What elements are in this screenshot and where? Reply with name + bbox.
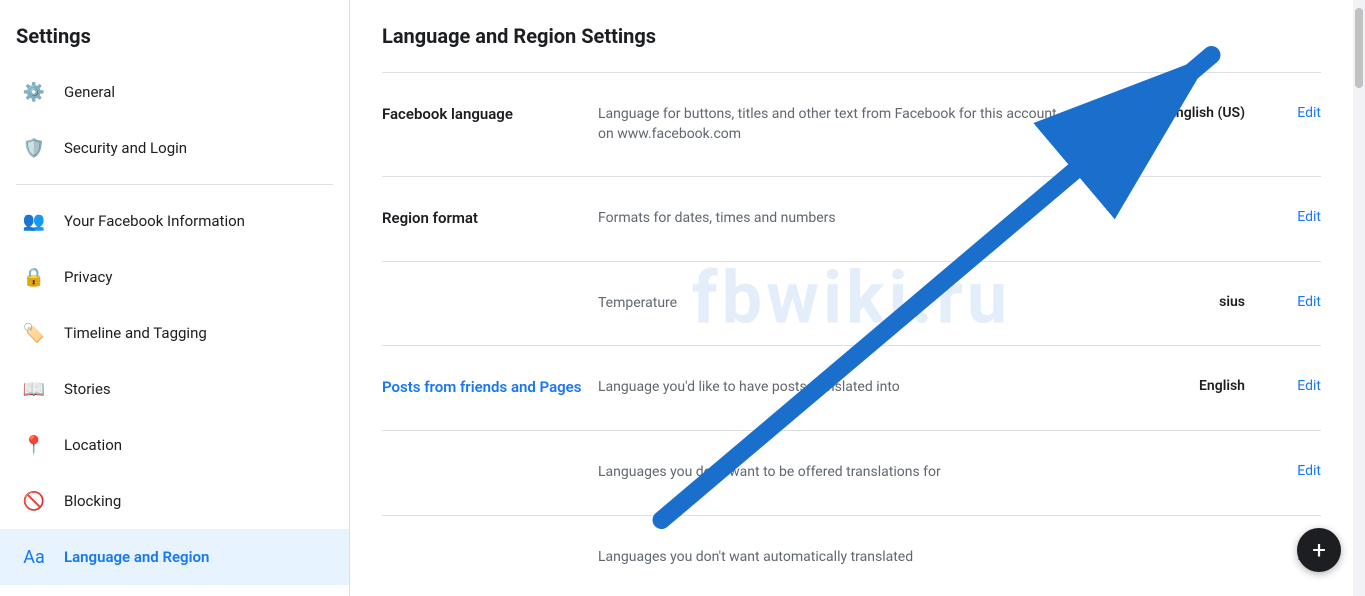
row-desc-no-translation-offers: Languages you don't want to be offered t… — [598, 447, 1069, 499]
row-label-no-translation-offers — [382, 447, 582, 479]
sidebar-item-label-timeline-tagging: Timeline and Tagging — [64, 324, 207, 342]
sidebar-item-language-region[interactable]: Aa Language and Region — [0, 529, 349, 585]
row-value-temperature: sius — [1085, 278, 1245, 326]
blocking-icon: 🚫 — [16, 483, 52, 519]
scrollbar-track[interactable] — [1353, 0, 1365, 596]
fab-button[interactable]: + — [1297, 528, 1341, 572]
settings-row-no-auto-translate: Languages you don't want automatically t… — [382, 515, 1321, 596]
row-value-facebook-language: English (US) — [1085, 89, 1245, 137]
row-value-no-auto-translate — [1085, 532, 1245, 564]
your-facebook-info-icon: 👥 — [16, 203, 52, 239]
sidebar-item-label-stories: Stories — [64, 380, 111, 398]
row-label-region-format: Region format — [382, 193, 582, 243]
edit-link-temperature[interactable]: Edit — [1297, 294, 1321, 310]
page-title: Language and Region Settings — [382, 24, 1321, 48]
sidebar-item-security-login[interactable]: 🛡️ Security and Login — [0, 120, 349, 176]
sidebar-item-label-location: Location — [64, 436, 122, 454]
row-action-no-translation-offers: Edit — [1261, 447, 1321, 495]
sidebar-item-privacy[interactable]: 🔒 Privacy — [0, 249, 349, 305]
sidebar-item-label-privacy: Privacy — [64, 268, 112, 286]
edit-link-posts-from-friends[interactable]: Edit — [1297, 378, 1321, 394]
settings-row-no-translation-offers: Languages you don't want to be offered t… — [382, 430, 1321, 515]
sidebar-item-label-your-facebook-info: Your Facebook Information — [64, 212, 245, 230]
sidebar-item-timeline-tagging[interactable]: 🏷️ Timeline and Tagging — [0, 305, 349, 361]
row-desc-posts-from-friends: Language you'd like to have posts transl… — [598, 362, 1069, 414]
row-desc-facebook-language: Language for buttons, titles and other t… — [598, 89, 1069, 160]
row-label-no-auto-translate — [382, 532, 582, 564]
sidebar-title: Settings — [0, 16, 349, 64]
row-desc-temperature: Temperature — [598, 278, 1069, 330]
settings-row-region-format: Region format Formats for dates, times an… — [382, 176, 1321, 261]
row-value-region-format — [1085, 193, 1245, 225]
row-action-region-format: Edit — [1261, 193, 1321, 241]
sidebar-item-blocking[interactable]: 🚫 Blocking — [0, 473, 349, 529]
row-value-posts-from-friends: English — [1085, 362, 1245, 410]
sidebar-item-your-facebook-info[interactable]: 👥 Your Facebook Information — [0, 193, 349, 249]
location-icon: 📍 — [16, 427, 52, 463]
row-action-posts-from-friends: Edit — [1261, 362, 1321, 410]
row-action-facebook-language: Edit — [1261, 89, 1321, 137]
settings-row-temperature: Temperature sius Edit — [382, 261, 1321, 346]
sidebar: Settings ⚙️ General 🛡️ Security and Login 👥 Y… — [0, 0, 350, 596]
sidebar-item-stories[interactable]: 📖 Stories — [0, 361, 349, 417]
edit-link-facebook-language[interactable]: Edit — [1297, 105, 1321, 121]
row-label-posts-from-friends: Posts from friends and Pages — [382, 362, 582, 412]
scrollbar-thumb[interactable] — [1355, 8, 1363, 88]
security-login-icon: 🛡️ — [16, 130, 52, 166]
main-content: fbwiki.ru Language and Region Settings F… — [350, 0, 1353, 596]
edit-link-no-translation-offers[interactable]: Edit — [1297, 463, 1321, 479]
sidebar-item-label-security-login: Security and Login — [64, 139, 187, 157]
settings-rows: Facebook language Language for buttons, t… — [382, 72, 1321, 596]
sidebar-item-label-language-region: Language and Region — [64, 548, 209, 566]
sidebar-item-label-blocking: Blocking — [64, 492, 121, 510]
settings-row-posts-from-friends: Posts from friends and Pages Language you… — [382, 345, 1321, 430]
row-value-no-translation-offers — [1085, 447, 1245, 479]
row-desc-no-auto-translate: Languages you don't want automatically t… — [598, 532, 1069, 584]
sidebar-item-label-general: General — [64, 83, 115, 101]
row-desc-region-format: Formats for dates, times and numbers — [598, 193, 1069, 245]
row-label-facebook-language: Facebook language — [382, 89, 582, 139]
stories-icon: 📖 — [16, 371, 52, 407]
sidebar-divider — [16, 184, 333, 185]
settings-row-facebook-language: Facebook language Language for buttons, t… — [382, 72, 1321, 176]
privacy-icon: 🔒 — [16, 259, 52, 295]
sidebar-item-general[interactable]: ⚙️ General — [0, 64, 349, 120]
edit-link-region-format[interactable]: Edit — [1297, 209, 1321, 225]
row-label-temperature — [382, 278, 582, 310]
timeline-tagging-icon: 🏷️ — [16, 315, 52, 351]
language-region-icon: Aa — [16, 539, 52, 575]
general-icon: ⚙️ — [16, 74, 52, 110]
sidebar-item-location[interactable]: 📍 Location — [0, 417, 349, 473]
row-action-temperature: Edit — [1261, 278, 1321, 326]
sidebar-item-face-recognition[interactable]: 👤Face Recognition — [0, 585, 349, 596]
